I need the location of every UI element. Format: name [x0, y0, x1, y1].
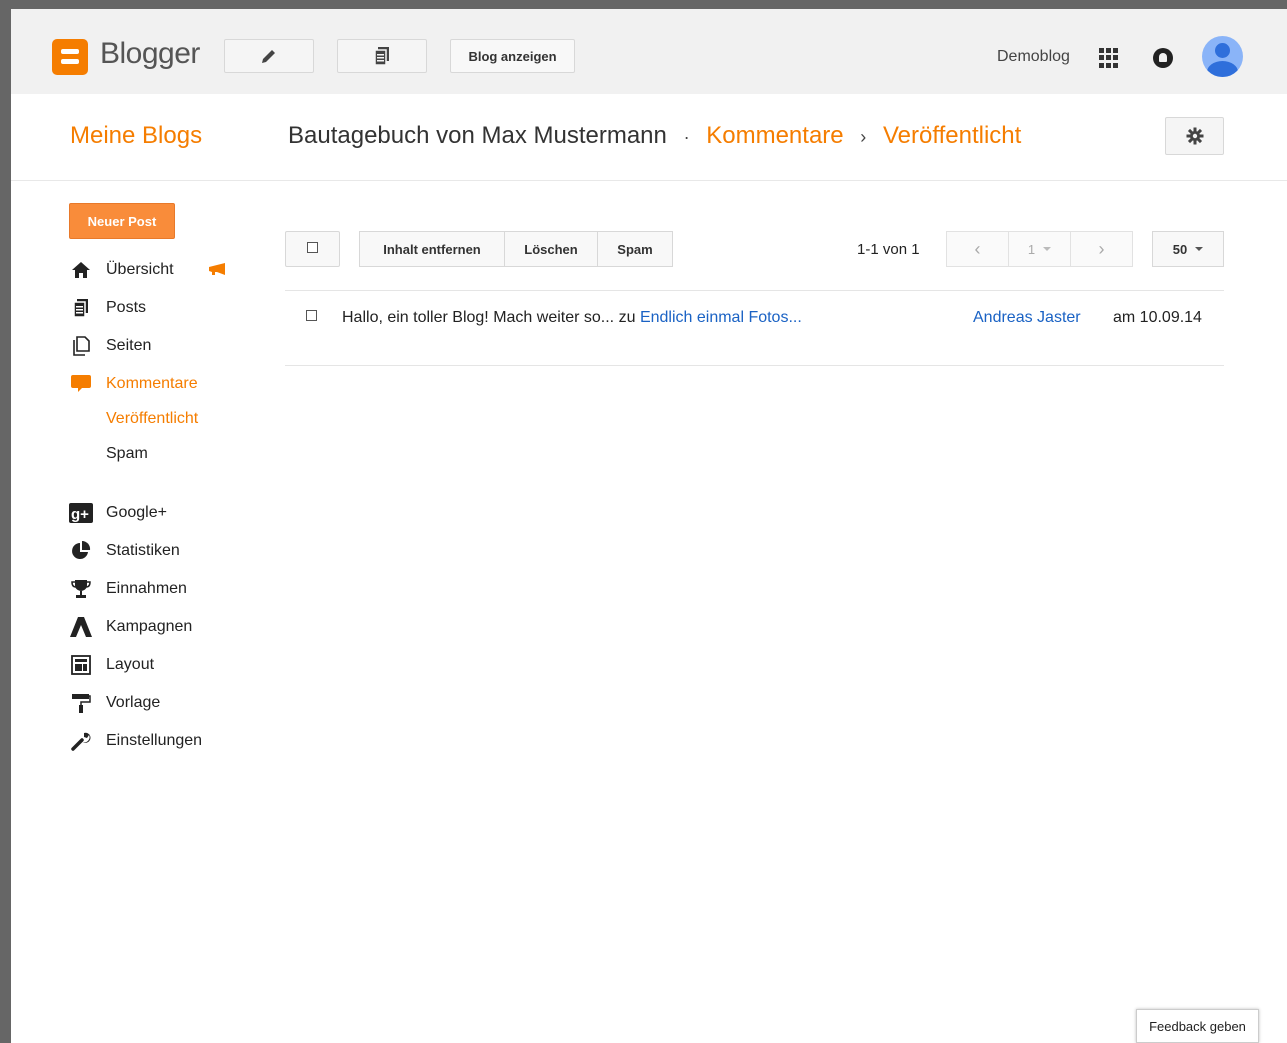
apps-grid-icon[interactable]: [1099, 48, 1119, 68]
comment-icon: [69, 373, 93, 395]
app-name[interactable]: Blogger: [100, 37, 200, 71]
breadcrumb-arrow: ›: [860, 127, 867, 147]
sidebar-item-comments[interactable]: Kommentare: [69, 372, 198, 396]
header-divider: [11, 180, 1287, 181]
comment-post-link[interactable]: Endlich einmal Fotos...: [640, 309, 802, 326]
settings-gear-button[interactable]: [1165, 117, 1224, 155]
sidebar-item-overview[interactable]: Übersicht: [69, 258, 174, 282]
comment-date: am 10.09.14: [1113, 309, 1202, 326]
sidebar-item-layout[interactable]: Layout: [69, 653, 154, 677]
sidebar-item-posts[interactable]: Posts: [69, 296, 146, 320]
result-count: 1-1 von 1: [857, 241, 920, 258]
new-post-button[interactable]: Neuer Post: [69, 203, 175, 239]
spam-button[interactable]: Spam: [597, 231, 673, 267]
select-all-checkbox-button[interactable]: [285, 231, 340, 267]
top-bar: Blogger Blog anzeigen Demoblog: [11, 9, 1287, 94]
posts-list-button[interactable]: [337, 39, 427, 73]
remove-content-button[interactable]: Inhalt entfernen: [359, 231, 505, 267]
breadcrumb-comments[interactable]: Kommentare: [706, 122, 843, 149]
my-blogs-link[interactable]: Meine Blogs: [70, 122, 202, 150]
gear-icon: [1186, 127, 1203, 145]
chevron-down-icon: [1195, 247, 1204, 251]
wrench-icon: [69, 730, 93, 752]
sidebar-item-settings[interactable]: Einstellungen: [69, 729, 202, 753]
feedback-button[interactable]: Feedback geben: [1136, 1009, 1259, 1043]
pagination: ‹ 1 ›: [946, 231, 1133, 267]
blogger-logo-icon[interactable]: [52, 39, 88, 75]
posts-icon: [69, 297, 93, 319]
avatar[interactable]: [1202, 36, 1243, 77]
sidebar-item-pages[interactable]: Seiten: [69, 334, 151, 358]
breadcrumb: Bautagebuch von Max Mustermann · Komment…: [288, 122, 1021, 150]
google-plus-icon: g+: [69, 502, 93, 524]
row-checkbox[interactable]: [306, 310, 317, 321]
per-page-select[interactable]: 50: [1152, 231, 1224, 267]
chevron-down-icon: [1043, 247, 1052, 251]
sidebar-subitem-published[interactable]: Veröffentlicht: [106, 410, 198, 428]
layout-icon: [69, 654, 93, 676]
next-page-button[interactable]: ›: [1070, 231, 1133, 267]
blog-switcher[interactable]: Demoblog: [997, 48, 1070, 66]
trophy-icon: [69, 578, 93, 600]
breadcrumb-dot: ·: [683, 127, 690, 147]
pencil-icon: [262, 50, 275, 63]
comment-text: Hallo, ein toller Blog! Mach weiter so..…: [342, 309, 802, 327]
chevron-left-icon: ‹: [974, 238, 981, 259]
megaphone-icon: [209, 263, 225, 275]
list-item: Hallo, ein toller Blog! Mach weiter so..…: [285, 291, 1224, 365]
sidebar-subitem-spam[interactable]: Spam: [106, 445, 148, 463]
sidebar-item-stats[interactable]: Statistiken: [69, 539, 180, 563]
prev-page-button[interactable]: ‹: [946, 231, 1009, 267]
chevron-right-icon: ›: [1098, 238, 1105, 259]
list-divider: [285, 365, 1224, 366]
view-blog-button[interactable]: Blog anzeigen: [450, 39, 575, 73]
svg-text:g+: g+: [71, 506, 89, 523]
notification-bell-icon[interactable]: [1153, 48, 1173, 68]
document-icon: [374, 47, 389, 66]
sidebar-item-earnings[interactable]: Einnahmen: [69, 577, 187, 601]
page-select[interactable]: 1: [1008, 231, 1071, 267]
select-all-checkbox[interactable]: [307, 242, 318, 253]
paint-roller-icon: [69, 692, 93, 714]
home-icon: [69, 259, 93, 281]
blogger-window: Blogger Blog anzeigen Demoblog Meine Blo…: [11, 9, 1287, 1043]
comment-actions: Inhalt entfernen Löschen Spam: [359, 231, 673, 267]
breadcrumb-published[interactable]: Veröffentlicht: [883, 122, 1021, 149]
comment-author-link[interactable]: Andreas Jaster: [973, 309, 1081, 327]
comment-snippet[interactable]: Hallo, ein toller Blog! Mach weiter so..…: [342, 309, 614, 326]
delete-button[interactable]: Löschen: [504, 231, 598, 267]
sidebar-item-google-plus[interactable]: g+ Google+: [69, 501, 167, 525]
sidebar-item-template[interactable]: Vorlage: [69, 691, 160, 715]
sidebar-item-campaigns[interactable]: Kampagnen: [69, 615, 192, 639]
pages-icon: [69, 335, 93, 357]
blog-title: Bautagebuch von Max Mustermann: [288, 122, 667, 149]
comment-to: zu: [618, 309, 636, 326]
pie-chart-icon: [69, 540, 93, 562]
adwords-icon: [69, 616, 93, 638]
new-post-pencil-button[interactable]: [224, 39, 314, 73]
